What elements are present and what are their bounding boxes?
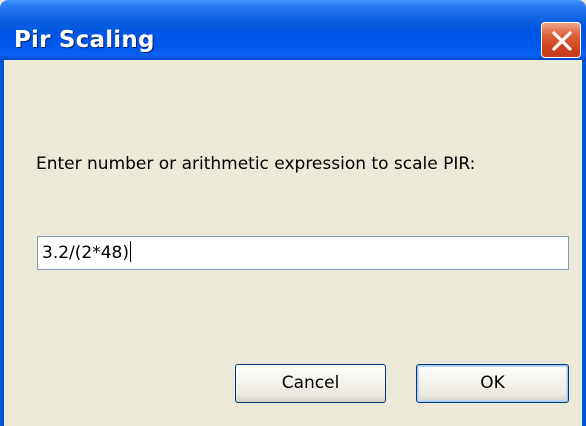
- expression-input[interactable]: 3.2/(2*48): [37, 236, 569, 270]
- expression-input-value: 3.2/(2*48): [42, 243, 129, 263]
- text-caret: [129, 241, 131, 262]
- close-button[interactable]: [541, 22, 581, 58]
- dialog-title: Pir Scaling: [14, 27, 155, 53]
- title-bar[interactable]: Pir Scaling: [0, 0, 586, 60]
- pir-scaling-dialog: Pir Scaling Enter number or arithmetic e…: [0, 0, 586, 426]
- close-icon: [552, 31, 572, 51]
- ok-button[interactable]: OK: [416, 364, 569, 403]
- prompt-label: Enter number or arithmetic expression to…: [36, 154, 476, 174]
- cancel-button[interactable]: Cancel: [235, 364, 386, 403]
- window-frame-left: [0, 60, 4, 426]
- window-frame-right: [582, 60, 586, 426]
